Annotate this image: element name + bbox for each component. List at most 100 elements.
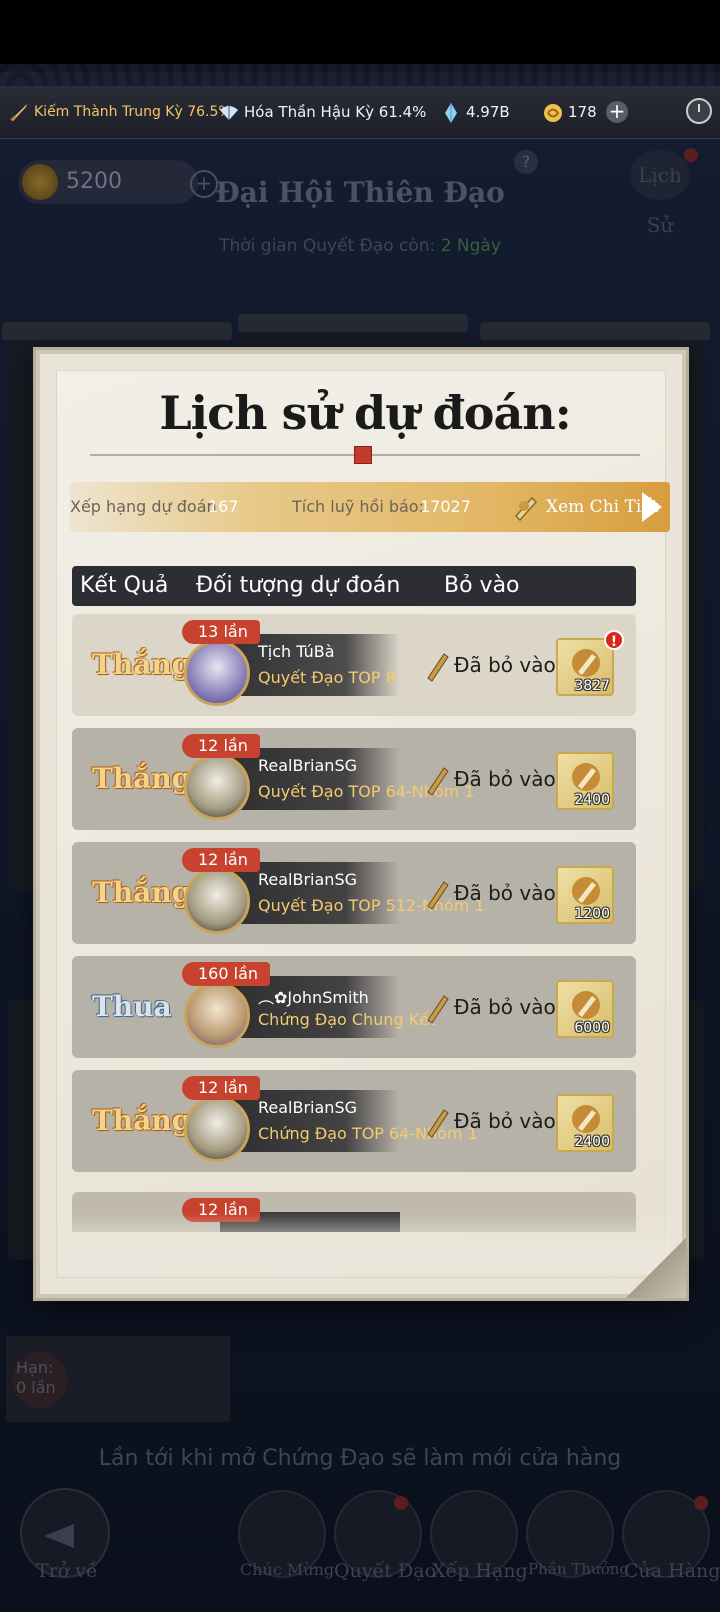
reward-value: 17027: [420, 497, 471, 516]
history-notification-dot: [684, 148, 698, 162]
jade-value: 178: [568, 103, 597, 121]
bet-amount-chip[interactable]: 3827: [556, 638, 614, 696]
bet-amount-chip[interactable]: 1200: [556, 866, 614, 924]
avatar: [184, 754, 250, 820]
times-badge: 160 lần: [182, 962, 271, 986]
jade-swirl-icon: [544, 103, 562, 122]
clock-icon[interactable]: [686, 98, 712, 124]
realm-sword-resource[interactable]: Kiếm Thành Trung Kỳ 76.5%: [8, 86, 232, 138]
result-text: Thắng: [92, 876, 192, 909]
scroll-bet-icon: [427, 995, 449, 1024]
rank-label: Xếp hạng dự đoán: [70, 497, 217, 516]
spirit-stone-resource[interactable]: 4.97B: [440, 86, 510, 138]
page-curl: [626, 1238, 686, 1298]
time-value: 2 Ngày: [440, 236, 501, 256]
page-title: Đại Hội Thiên Đạo: [215, 176, 505, 209]
spirit-stone-value: 4.97B: [466, 103, 510, 121]
bet-amount-chip[interactable]: 2400: [556, 752, 614, 810]
stage-text: Chứng Đạo Chung Kết: [258, 1010, 436, 1029]
avatar: [184, 640, 250, 706]
popup-title: Lịch sử dự đoán:: [159, 386, 571, 440]
result-text: Thắng: [92, 648, 192, 681]
table-row[interactable]: Thắng 12 lần RealBrianSG Quyết Đạo TOP 6…: [72, 728, 636, 830]
result-text: Thua: [92, 990, 172, 1023]
chevron-right-icon[interactable]: [642, 492, 662, 522]
alert-icon[interactable]: !: [604, 630, 624, 650]
ranking-label: Xếp Hạng: [432, 1560, 528, 1582]
shop-label: Cửa Hàng: [624, 1560, 720, 1582]
table-row[interactable]: Thắng 13 lần Tịch TúBà Quyết Đạo TOP 8 Đ…: [72, 614, 636, 716]
limit-label: Hạn: 0 lần: [12, 1352, 68, 1408]
table-row[interactable]: Thắng 12 lần RealBrianSG Chứng Đạo TOP 6…: [72, 1070, 636, 1172]
fan-icon: [220, 105, 238, 120]
player-name: RealBrianSG: [258, 756, 357, 775]
bet-amount: 6000: [574, 1020, 610, 1036]
bet-amount: 3827: [574, 678, 610, 694]
times-badge: 12 lần: [182, 734, 260, 758]
bet-amount-chip[interactable]: 2400: [556, 1094, 614, 1152]
scroll-bet-icon: [427, 767, 449, 796]
history-button[interactable]: Lịch Sử: [630, 150, 690, 237]
add-jade-button[interactable]: +: [606, 101, 628, 123]
player-name: ︵✿JohnSmith: [258, 988, 369, 1007]
decorative-wave-border: [0, 64, 720, 86]
scroll-bet-icon: [427, 881, 449, 910]
seal-icon: [354, 446, 372, 464]
reward-label-wrap: Tích luỹ hồi báo:: [292, 497, 424, 516]
scroll-coin-icon: [572, 763, 600, 791]
decide-notification-dot: [394, 1496, 408, 1510]
back-label: Trở về: [36, 1560, 98, 1582]
jade-resource[interactable]: 178: [542, 86, 597, 138]
scroll-coin-icon: [572, 1105, 600, 1133]
realm2-text: Hóa Thần Hậu Kỳ 61.4%: [244, 103, 427, 121]
player-name: RealBrianSG: [258, 1098, 357, 1117]
stage-text: Quyết Đạo TOP 8: [258, 668, 396, 687]
shop-notification-dot: [694, 1496, 708, 1510]
times-badge: 12 lần: [182, 848, 260, 872]
col-result: Kết Quả: [80, 573, 169, 598]
scroll-bet-icon: [427, 1109, 449, 1138]
status-bar-area: [0, 0, 720, 72]
resource-bar: Kiếm Thành Trung Kỳ 76.5% Hóa Thần Hậu K…: [0, 86, 720, 139]
avatar: [184, 1096, 250, 1162]
avatar: [184, 982, 250, 1048]
col-target: Đối tượng dự đoán: [196, 573, 401, 598]
bet-amount: 2400: [574, 1134, 610, 1150]
sword-icon: [10, 104, 27, 121]
help-icon[interactable]: ?: [514, 150, 538, 174]
stage-text: Quyết Đạo TOP 512-Nhóm 1: [258, 896, 485, 915]
crystal-icon: [445, 102, 457, 123]
bet-amount: 2400: [574, 792, 610, 808]
scroll-bet-icon: [427, 653, 449, 682]
player-name: Tịch TúBà: [258, 642, 335, 661]
col-bet: Bỏ vào: [444, 573, 520, 598]
table-row[interactable]: Thua 160 lần ︵✿JohnSmith Chứng Đạo Chung…: [72, 956, 636, 1058]
rank-value: 167: [208, 497, 239, 516]
result-text: Thắng: [92, 1104, 192, 1137]
congrats-label: Chúc Mừng: [240, 1560, 335, 1579]
player-name: RealBrianSG: [258, 870, 357, 889]
result-text: Thắng: [92, 762, 192, 795]
realm-fan-resource[interactable]: Hóa Thần Hậu Kỳ 61.4%: [218, 86, 426, 138]
table-row[interactable]: Thắng 12 lần RealBrianSG Quyết Đạo TOP 5…: [72, 842, 636, 944]
list-fade: [60, 1214, 670, 1274]
bet-amount-chip[interactable]: 6000: [556, 980, 614, 1038]
rewards-label: Phần Thưởng: [528, 1560, 629, 1578]
times-badge: 12 lần: [182, 1076, 260, 1100]
scroll-coin-icon: [572, 649, 600, 677]
times-badge: 13 lần: [182, 620, 260, 644]
reward-scroll-icon: [514, 496, 538, 522]
time-label: Thời gian Quyết Đạo còn:: [219, 236, 436, 256]
time-remaining: Thời gian Quyết Đạo còn: 2 Ngày: [0, 236, 720, 256]
scroll-coin-icon: [572, 877, 600, 905]
scroll-coin-icon: [572, 991, 600, 1019]
bet-amount: 1200: [574, 906, 610, 922]
bg-limit-scroll: Hạn: 0 lần: [6, 1336, 230, 1422]
avatar: [184, 868, 250, 934]
shop-refresh-message: Lần tới khi mở Chứng Đạo sẽ làm mới cửa …: [98, 1446, 622, 1471]
realm1-text: Kiếm Thành Trung Kỳ 76.5%: [34, 104, 232, 120]
prediction-stats-bar: Xếp hạng dự đoán 167 Tích luỹ hồi báo: 1…: [70, 482, 670, 532]
table-header: Kết Quả Đối tượng dự đoán Bỏ vào: [72, 566, 636, 606]
reward-label: Tích luỹ hồi báo: [292, 497, 419, 516]
prediction-history-popup: Lịch sử dự đoán: Xếp hạng dự đoán 167 Tí…: [36, 350, 686, 1298]
